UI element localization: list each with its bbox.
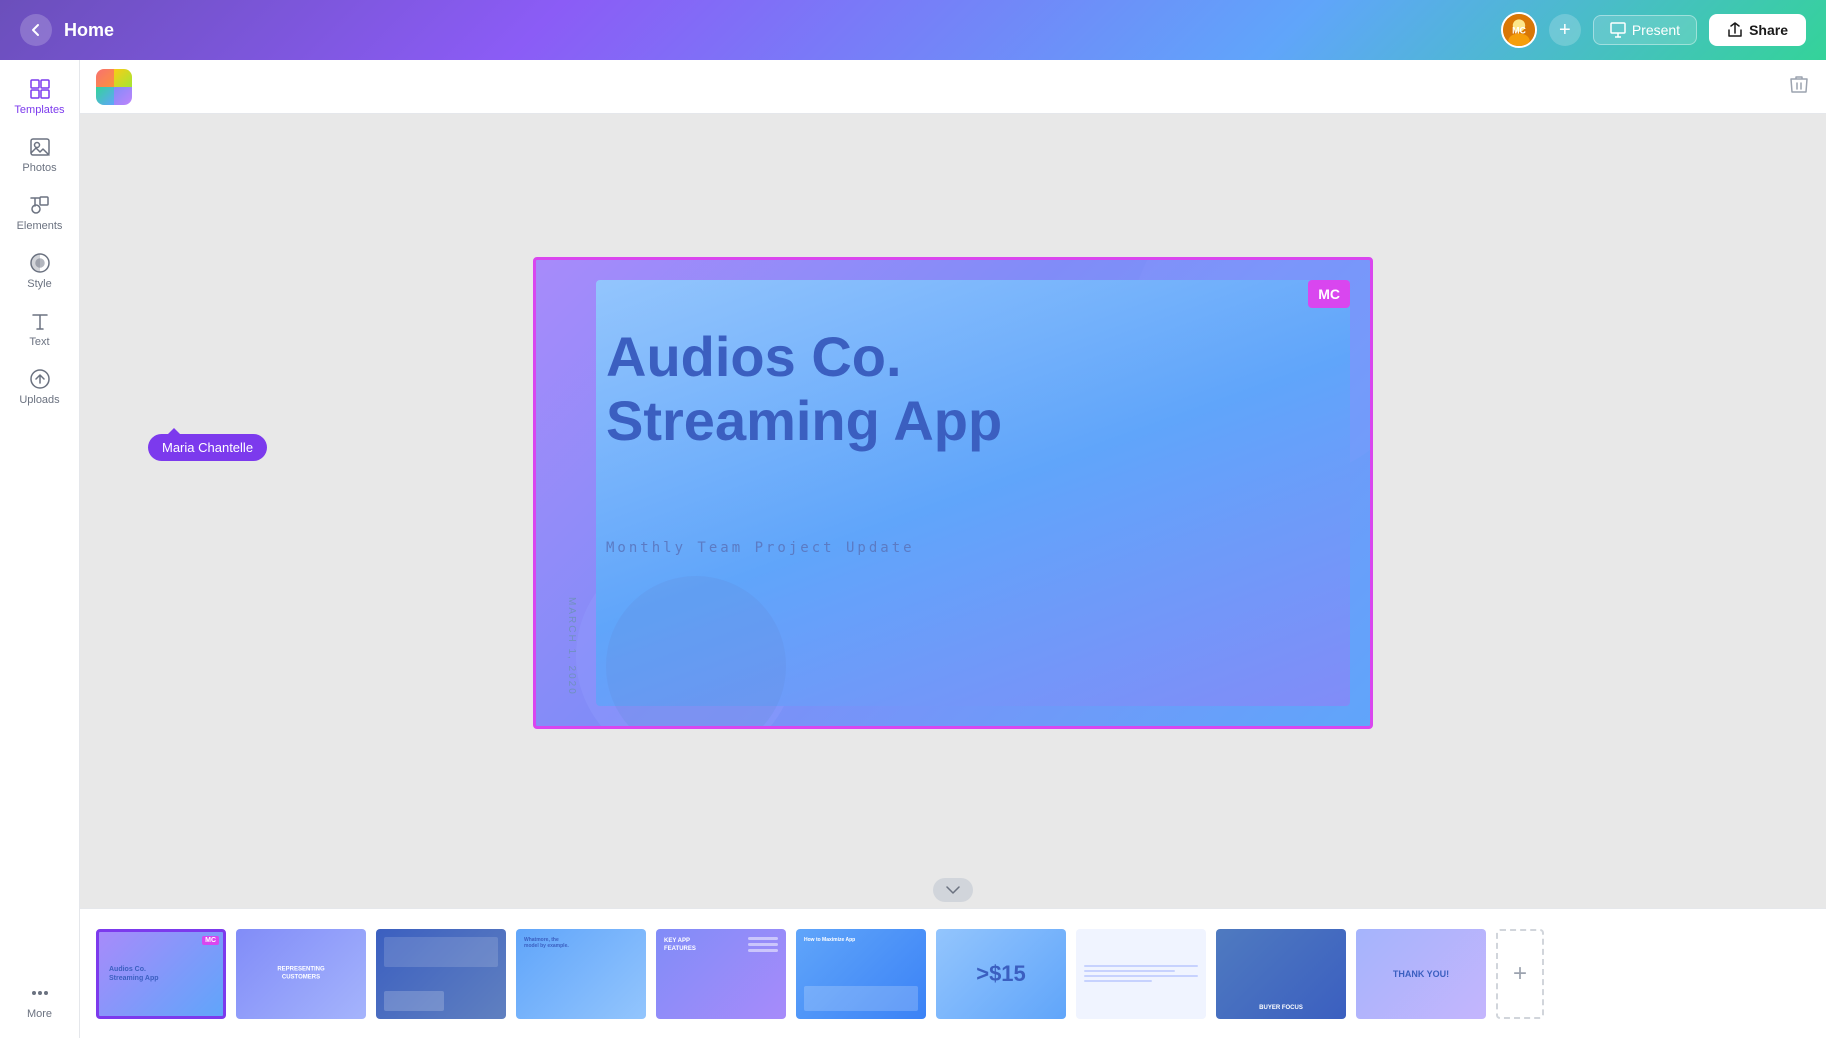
filmstrip-slide-3[interactable] — [376, 929, 506, 1019]
slide-date: MARCH 1, 2020 — [566, 597, 577, 696]
collapse-filmstrip-button[interactable] — [933, 878, 973, 902]
sidebar-item-style-label: Style — [27, 278, 51, 290]
header: Home MC + Present Share — [0, 0, 1826, 60]
sidebar: Templates Photos Elements — [0, 60, 80, 1038]
main-slide[interactable]: Audios Co. Streaming App Monthly Team Pr… — [533, 257, 1373, 729]
filmstrip-slide-6[interactable]: How to Maximize App — [796, 929, 926, 1019]
header-left: Home — [20, 14, 114, 46]
slide-title: Audios Co. Streaming App — [606, 325, 1002, 454]
sidebar-item-uploads[interactable]: Uploads — [4, 360, 76, 414]
tooltip-text: Maria Chantelle — [162, 440, 253, 455]
sidebar-item-style[interactable]: Style — [4, 244, 76, 298]
filmstrip-slide-9[interactable]: BUYER FOCUS — [1216, 929, 1346, 1019]
sidebar-item-text-label: Text — [29, 336, 49, 348]
filmstrip-slide-8[interactable] — [1076, 929, 1206, 1019]
toolbar — [80, 60, 1826, 114]
slide-subtitle: Monthly Team Project Update — [606, 540, 915, 556]
sidebar-item-templates-label: Templates — [14, 104, 64, 116]
sidebar-item-more[interactable]: More — [4, 974, 76, 1028]
filmstrip-slide-4[interactable]: Whatmore, themodel by example. — [516, 929, 646, 1019]
thumb-badge-1: MC — [202, 936, 219, 945]
back-button[interactable] — [20, 14, 52, 46]
collapse-button-area — [80, 872, 1826, 908]
filmstrip: MC Audios Co.Streaming App REPRESENTINGC… — [80, 908, 1826, 1038]
share-label: Share — [1749, 22, 1788, 38]
present-button[interactable]: Present — [1593, 15, 1697, 45]
header-right: MC + Present Share — [1501, 12, 1806, 48]
slide-badge: MC — [1308, 280, 1350, 308]
right-panel: Audios Co. Streaming App Monthly Team Pr… — [80, 60, 1826, 1038]
sidebar-item-photos[interactable]: Photos — [4, 128, 76, 182]
delete-button[interactable] — [1788, 73, 1810, 101]
sidebar-item-text[interactable]: Text — [4, 302, 76, 356]
home-title: Home — [64, 20, 114, 41]
filmstrip-slide-7[interactable]: >$15 — [936, 929, 1066, 1019]
svg-text:MC: MC — [1512, 26, 1526, 36]
add-button[interactable]: + — [1549, 14, 1581, 46]
canvas-area: Audios Co. Streaming App Monthly Team Pr… — [80, 114, 1826, 1038]
sidebar-item-more-label: More — [27, 1008, 52, 1020]
filmstrip-slide-10[interactable]: THANK YOU! — [1356, 929, 1486, 1019]
slide-title-line2: Streaming App — [606, 389, 1002, 452]
filmstrip-slide-1[interactable]: MC Audios Co.Streaming App — [96, 929, 226, 1019]
present-label: Present — [1632, 22, 1680, 38]
canvas-container: Audios Co. Streaming App Monthly Team Pr… — [80, 114, 1826, 872]
color-palette-button[interactable] — [96, 69, 132, 105]
sidebar-item-photos-label: Photos — [22, 162, 56, 174]
sidebar-item-elements-label: Elements — [17, 220, 63, 232]
share-button[interactable]: Share — [1709, 14, 1806, 46]
inner-circle-deco — [606, 576, 786, 729]
add-slide-icon: + — [1513, 960, 1527, 988]
slide-title-line1: Audios Co. — [606, 325, 902, 388]
sidebar-item-elements[interactable]: Elements — [4, 186, 76, 240]
filmstrip-slide-5[interactable]: KEY APPFEATURES — [656, 929, 786, 1019]
filmstrip-slide-2[interactable]: REPRESENTINGCUSTOMERS — [236, 929, 366, 1019]
add-slide-button[interactable]: + — [1496, 929, 1544, 1019]
main-layout: Templates Photos Elements — [0, 60, 1826, 1038]
sidebar-item-uploads-label: Uploads — [19, 394, 59, 406]
sidebar-item-templates[interactable]: Templates — [4, 70, 76, 124]
user-tooltip: Maria Chantelle — [148, 434, 267, 461]
avatar[interactable]: MC — [1501, 12, 1537, 48]
